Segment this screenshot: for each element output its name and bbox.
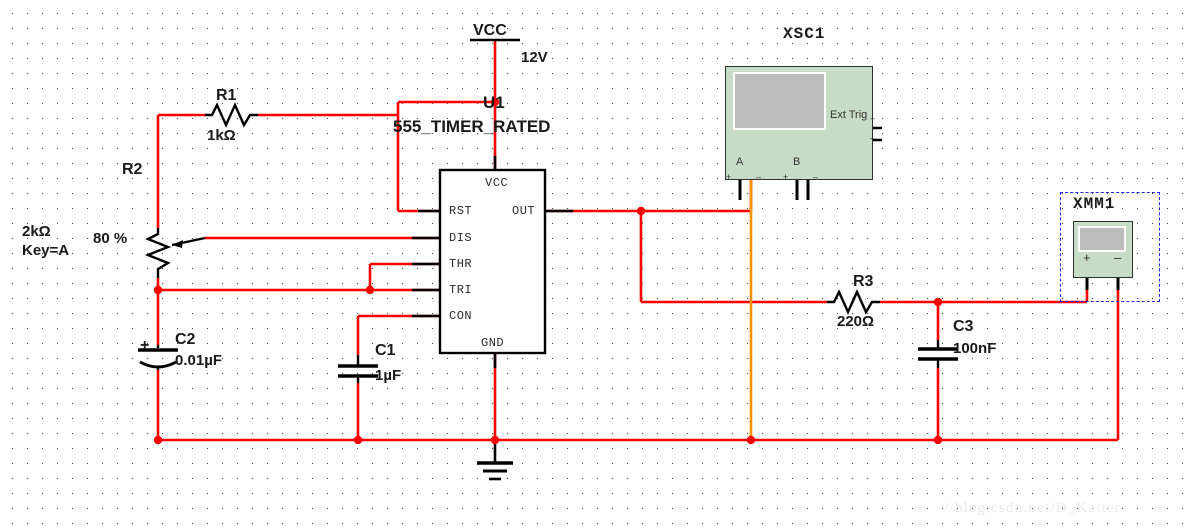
ic-pin-con-label: CON <box>449 309 473 323</box>
c1-ref-label: C1 <box>375 342 396 359</box>
r3-ref-label: R3 <box>853 273 874 290</box>
xsc1-ext-trig-label: Ext Trig <box>830 109 868 121</box>
xmm1-plus-label: + <box>1083 250 1091 265</box>
junction-gnd-c1 <box>353 435 363 445</box>
component-leads <box>138 38 1120 481</box>
vcc-label: VCC <box>473 22 507 39</box>
r1-zigzag <box>205 102 258 128</box>
ic-pin-dis-label: DIS <box>449 231 473 245</box>
schematic-drawing <box>138 38 1126 481</box>
xsc1-terminal-b-label: B <box>793 156 801 168</box>
r1-value-label: 1kΩ <box>207 127 236 144</box>
xsc1-ref-label: XSC1 <box>783 25 826 43</box>
c3-ref-label: C3 <box>953 318 974 335</box>
r3-value-label: 220Ω <box>837 313 875 330</box>
junction-gnd-c3 <box>933 435 943 445</box>
xsc1-ext-minus-label: – <box>870 133 876 143</box>
c2-ref-label: C2 <box>175 331 196 348</box>
r2-zigzag <box>144 228 172 278</box>
junction-thr-tri <box>365 285 375 295</box>
c2-polarity-label: + <box>140 337 150 354</box>
r3-zigzag <box>827 289 880 315</box>
xsc1-a-minus-label: – <box>756 172 762 182</box>
c3-value-label: 100nF <box>953 340 997 357</box>
r2-ref-label: R2 <box>122 161 143 178</box>
junction-gnd-chip <box>490 435 500 445</box>
xsc1-ext-plus-label: + <box>870 114 876 124</box>
wire-net-group <box>156 40 1120 442</box>
oscilloscope-screen <box>733 72 826 130</box>
r2-value-label: 2kΩ <box>22 223 51 240</box>
ic-part-label: 555_TIMER_RATED <box>393 117 551 136</box>
xmm1-ref-label: XMM1 <box>1073 195 1116 213</box>
ic-pin-vcc-label: VCC <box>485 176 509 190</box>
junction-out <box>636 206 646 216</box>
watermark-text: //blog.csdn.net/D_Katter <box>944 500 1122 516</box>
junction-gnd-c2 <box>153 435 163 445</box>
ic-pin-gnd-label: GND <box>481 336 505 350</box>
xsc1-b-minus-label: – <box>813 172 819 182</box>
xsc1-a-plus-label: + <box>726 172 732 182</box>
xsc1-b-plus-label: + <box>783 172 789 182</box>
multimeter-screen <box>1078 226 1126 252</box>
junction-r3-c3 <box>933 297 943 307</box>
vcc-voltage-label: 12V <box>521 49 548 66</box>
schematic-canvas: VCC 12V U1 555_TIMER_RATED VCC RST DIS T… <box>0 0 1194 530</box>
ic-pin-out-label: OUT <box>512 204 536 218</box>
ic-pin-thr-label: THR <box>449 257 473 271</box>
junction-gnd-scope <box>746 435 756 445</box>
junction-left-thr <box>153 285 163 295</box>
ic-ref-label: U1 <box>483 93 505 112</box>
xsc1-terminal-a-label: A <box>736 156 744 168</box>
c1-value-label: 1µF <box>375 367 402 384</box>
ic-pin-tri-label: TRI <box>449 283 473 297</box>
ic-pin-rst-label: RST <box>449 204 473 218</box>
c2-value-label: 0.01µF <box>175 352 222 369</box>
r1-ref-label: R1 <box>216 87 237 104</box>
r2-setting-label: 80 % <box>93 230 128 247</box>
xmm1-minus-label: – <box>1114 250 1122 265</box>
r2-key-label: Key=A <box>22 242 70 259</box>
